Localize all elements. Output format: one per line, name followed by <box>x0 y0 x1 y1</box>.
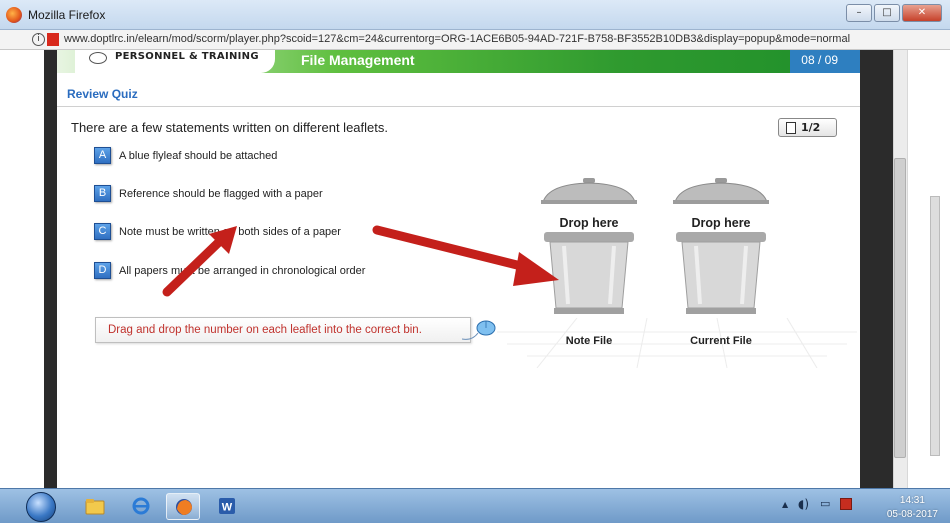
svg-text:W: W <box>222 502 233 514</box>
site-info-icon[interactable]: i <box>32 33 45 46</box>
ie-taskbar-item[interactable] <box>124 493 158 520</box>
firefox-taskbar-item[interactable] <box>166 493 200 520</box>
folder-icon <box>85 499 105 515</box>
bin-name: Note File <box>565 335 613 347</box>
bin-lid-icon <box>541 178 637 204</box>
clock[interactable]: 14:31 05-08-2017 <box>887 494 938 522</box>
org-name: PERSONNEL & TRAINING <box>115 51 259 62</box>
course-player: PERSONNEL & TRAINING File Management 08 … <box>57 50 860 488</box>
firefox-icon <box>176 499 192 515</box>
window-titlebar: Mozilla Firefox – □ ✕ <box>0 0 950 30</box>
question-pager[interactable]: 1/2 <box>778 118 837 137</box>
arrow-right-icon <box>372 225 559 286</box>
firefox-icon <box>6 7 22 23</box>
popup-blocked-icon[interactable] <box>47 33 59 46</box>
bin-lid-icon <box>673 178 769 204</box>
page-icon <box>786 122 796 134</box>
option-key[interactable]: B <box>94 185 111 202</box>
left-frame-dark <box>44 50 57 488</box>
action-center-icon[interactable] <box>840 498 852 510</box>
explorer-taskbar-item[interactable] <box>78 493 112 520</box>
url-text[interactable]: www.doptlrc.in/elearn/mod/scorm/player.p… <box>64 33 850 45</box>
address-bar[interactable]: i www.doptlrc.in/elearn/mod/scorm/player… <box>0 30 950 50</box>
course-banner: PERSONNEL & TRAINING File Management 08 … <box>57 50 860 73</box>
volume-icon[interactable]: ◖) <box>798 497 809 511</box>
question-text: There are a few statements written on di… <box>71 120 388 135</box>
taskbar: W ▲ ◖) ▭ 14:31 05-08-2017 <box>0 488 950 523</box>
mouse-icon <box>462 320 496 340</box>
outer-scrollbar[interactable] <box>907 50 950 488</box>
option-key[interactable]: A <box>94 147 111 164</box>
scrollbar-thumb[interactable] <box>894 158 906 458</box>
arrow-up-icon <box>162 226 237 297</box>
outer-scrollbar-thumb[interactable] <box>930 196 940 456</box>
minimize-button[interactable]: – <box>846 4 872 22</box>
module-title: File Management <box>301 52 415 68</box>
org-logo: PERSONNEL & TRAINING <box>75 50 275 73</box>
word-taskbar-item[interactable]: W <box>210 493 244 520</box>
left-frame <box>0 50 57 488</box>
bin-name: Current File <box>690 335 752 347</box>
window-title: Mozilla Firefox <box>28 8 106 22</box>
system-tray: ▲ ◖) ▭ 14:31 05-08-2017 <box>776 491 946 522</box>
clock-date: 05-08-2017 <box>886 509 938 520</box>
right-frame-dark <box>860 50 893 488</box>
bin-body-icon <box>676 232 766 314</box>
emblem-icon <box>89 52 107 64</box>
start-button[interactable] <box>26 492 56 522</box>
divider <box>57 106 860 107</box>
page-counter: 08 / 09 <box>801 53 838 67</box>
drop-label: Drop here <box>691 216 751 230</box>
tray-expand-icon[interactable]: ▲ <box>782 500 788 509</box>
word-icon: W <box>219 498 235 514</box>
internet-explorer-icon <box>132 497 150 515</box>
option-b[interactable]: B Reference should be flagged with a pap… <box>94 185 323 202</box>
network-icon[interactable]: ▭ <box>820 497 830 510</box>
maximize-button[interactable]: □ <box>874 4 900 22</box>
section-title: Review Quiz <box>67 87 138 101</box>
instruction-box: Drag and drop the number on each leaflet… <box>95 317 471 343</box>
close-button[interactable]: ✕ <box>902 4 942 22</box>
option-text: Reference should be flagged with a paper <box>119 187 323 200</box>
window-controls: – □ ✕ <box>846 4 942 22</box>
option-key[interactable]: D <box>94 262 111 279</box>
clock-time: 14:31 <box>899 495 925 506</box>
option-key[interactable]: C <box>94 223 111 240</box>
option-a[interactable]: A A blue flyleaf should be attached <box>94 147 277 164</box>
option-text: A blue flyleaf should be attached <box>119 149 278 162</box>
pager-label: 1/2 <box>801 121 821 134</box>
